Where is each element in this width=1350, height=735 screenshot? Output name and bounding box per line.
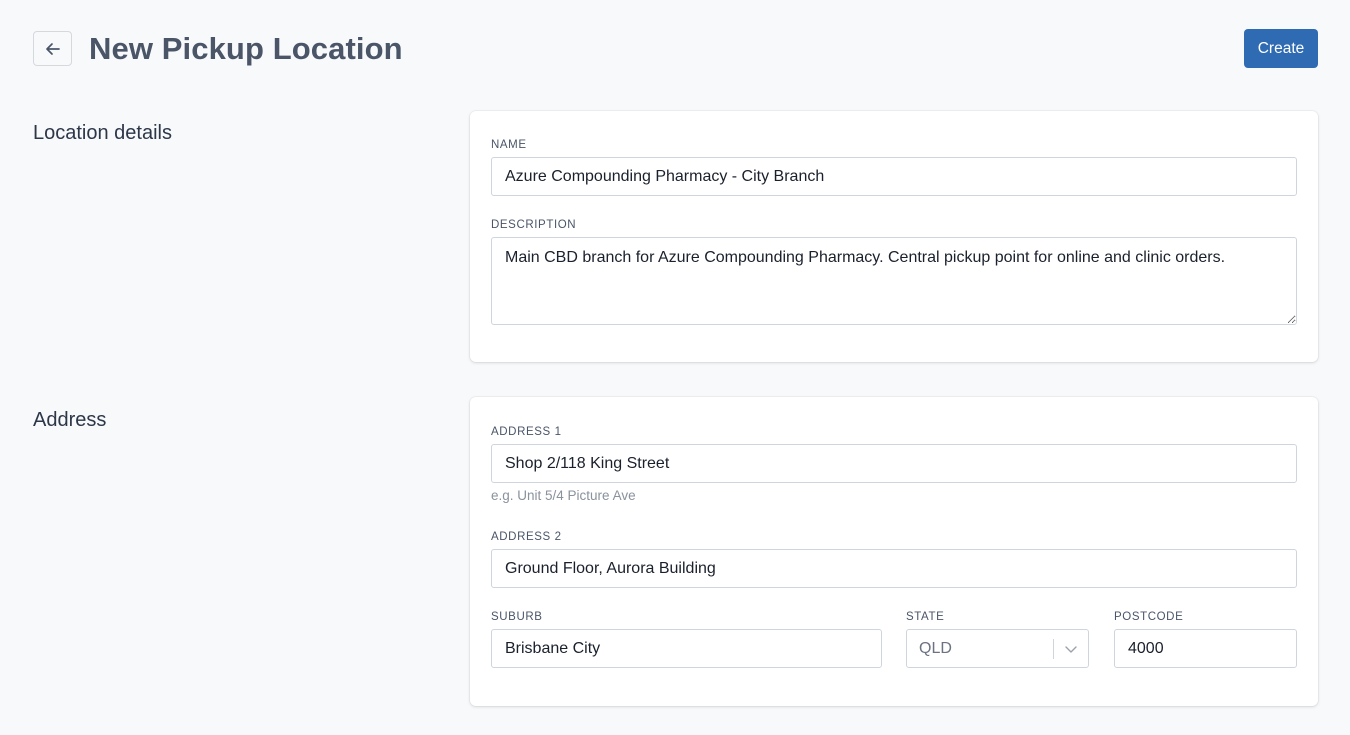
- description-label: DESCRIPTION: [491, 219, 577, 231]
- address2-label: ADDRESS 2: [491, 531, 562, 543]
- back-button[interactable]: [33, 31, 72, 66]
- address-card: ADDRESS 1 e.g. Unit 5/4 Picture Ave ADDR…: [470, 397, 1318, 706]
- address2-input[interactable]: [491, 549, 1297, 588]
- name-input[interactable]: [491, 157, 1297, 196]
- location-details-card: NAME DESCRIPTION Main CBD branch for Azu…: [470, 111, 1318, 362]
- arrow-left-icon: [45, 42, 60, 55]
- chevron-down-icon[interactable]: [1063, 641, 1079, 657]
- postcode-label: POSTCODE: [1114, 611, 1184, 623]
- page-title: New Pickup Location: [89, 31, 403, 66]
- section-title-address: Address: [33, 409, 107, 431]
- address1-hint: e.g. Unit 5/4 Picture Ave: [491, 488, 636, 503]
- description-textarea[interactable]: Main CBD branch for Azure Compounding Ph…: [491, 237, 1297, 325]
- page-header: New Pickup Location Create: [0, 0, 1350, 98]
- address1-label: ADDRESS 1: [491, 426, 562, 438]
- section-title-location-details: Location details: [33, 122, 172, 144]
- address1-input[interactable]: [491, 444, 1297, 483]
- postcode-input[interactable]: [1114, 629, 1297, 668]
- suburb-input[interactable]: [491, 629, 882, 668]
- state-select[interactable]: QLD: [906, 629, 1089, 668]
- create-button[interactable]: Create: [1244, 29, 1318, 68]
- name-label: NAME: [491, 139, 527, 151]
- state-select-value: QLD: [919, 640, 952, 657]
- state-label: STATE: [906, 611, 945, 623]
- select-separator: [1053, 639, 1054, 659]
- suburb-label: SUBURB: [491, 611, 543, 623]
